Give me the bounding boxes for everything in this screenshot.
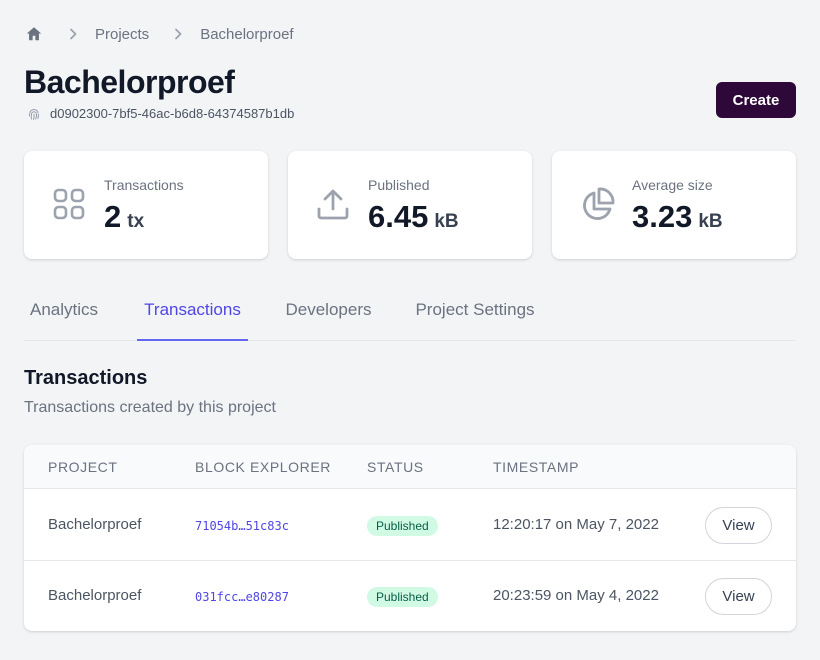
stat-card-transactions: Transactions 2 tx (24, 151, 268, 259)
stat-card-average-size: Average size 3.23 kB (552, 151, 796, 259)
column-header-block-explorer: BLOCK EXPLORER (195, 459, 331, 475)
tab-transactions[interactable]: Transactions (137, 292, 248, 341)
tab-project-settings[interactable]: Project Settings (412, 292, 538, 341)
status-badge: Published (367, 516, 438, 536)
stat-label: Average size (632, 177, 713, 193)
upload-icon (316, 187, 352, 223)
tab-bar: Analytics Transactions Developers Projec… (24, 292, 796, 341)
stat-value: 3.23 kB (632, 199, 723, 234)
stat-label: Published (368, 177, 430, 193)
block-explorer-link[interactable]: 031fcc…e80287 (195, 590, 289, 604)
block-explorer-link[interactable]: 71054b…51c83c (195, 519, 289, 533)
table-row: Bachelorproef 031fcc…e80287 Published 20… (24, 561, 796, 631)
chevron-right-icon (66, 27, 80, 41)
stat-label: Transactions (104, 177, 184, 193)
breadcrumb-current[interactable]: Bachelorproef (200, 26, 293, 43)
page-title: Bachelorproef (24, 64, 235, 100)
column-header-project: PROJECT (48, 459, 118, 475)
stat-value: 6.45 kB (368, 199, 459, 234)
cell-project: Bachelorproef (48, 516, 142, 533)
project-id-text: d0902300-7bf5-46ac-b6d8-64374587b1db (50, 106, 295, 121)
breadcrumb-projects-link[interactable]: Projects (95, 26, 149, 43)
table-row: Bachelorproef 71054b…51c83c Published 12… (24, 490, 796, 561)
cell-timestamp: 12:20:17 on May 7, 2022 (493, 516, 659, 533)
section-subtitle: Transactions created by this project (24, 399, 276, 416)
transactions-table: PROJECT BLOCK EXPLORER STATUS TIMESTAMP … (24, 445, 796, 631)
breadcrumb: Projects Bachelorproef (24, 22, 294, 46)
table-header: PROJECT BLOCK EXPLORER STATUS TIMESTAMP (24, 445, 796, 489)
column-header-status: STATUS (367, 459, 424, 475)
column-header-timestamp: TIMESTAMP (493, 459, 580, 475)
chevron-right-icon (171, 27, 185, 41)
home-icon[interactable] (24, 24, 44, 44)
section-title: Transactions (24, 367, 148, 389)
cell-timestamp: 20:23:59 on May 4, 2022 (493, 587, 659, 604)
project-id: d0902300-7bf5-46ac-b6d8-64374587b1db (27, 106, 294, 121)
stat-value: 2 tx (104, 199, 145, 234)
fingerprint-icon (27, 107, 41, 121)
view-button[interactable]: View (705, 578, 772, 615)
pie-chart-icon (580, 187, 616, 223)
create-button[interactable]: Create (716, 82, 796, 118)
view-button[interactable]: View (705, 507, 772, 544)
stat-card-published: Published 6.45 kB (288, 151, 532, 259)
status-badge: Published (367, 587, 438, 607)
tab-developers[interactable]: Developers (282, 292, 375, 341)
tab-analytics[interactable]: Analytics (28, 292, 100, 341)
cell-project: Bachelorproef (48, 587, 142, 604)
grid-icon (52, 187, 88, 223)
